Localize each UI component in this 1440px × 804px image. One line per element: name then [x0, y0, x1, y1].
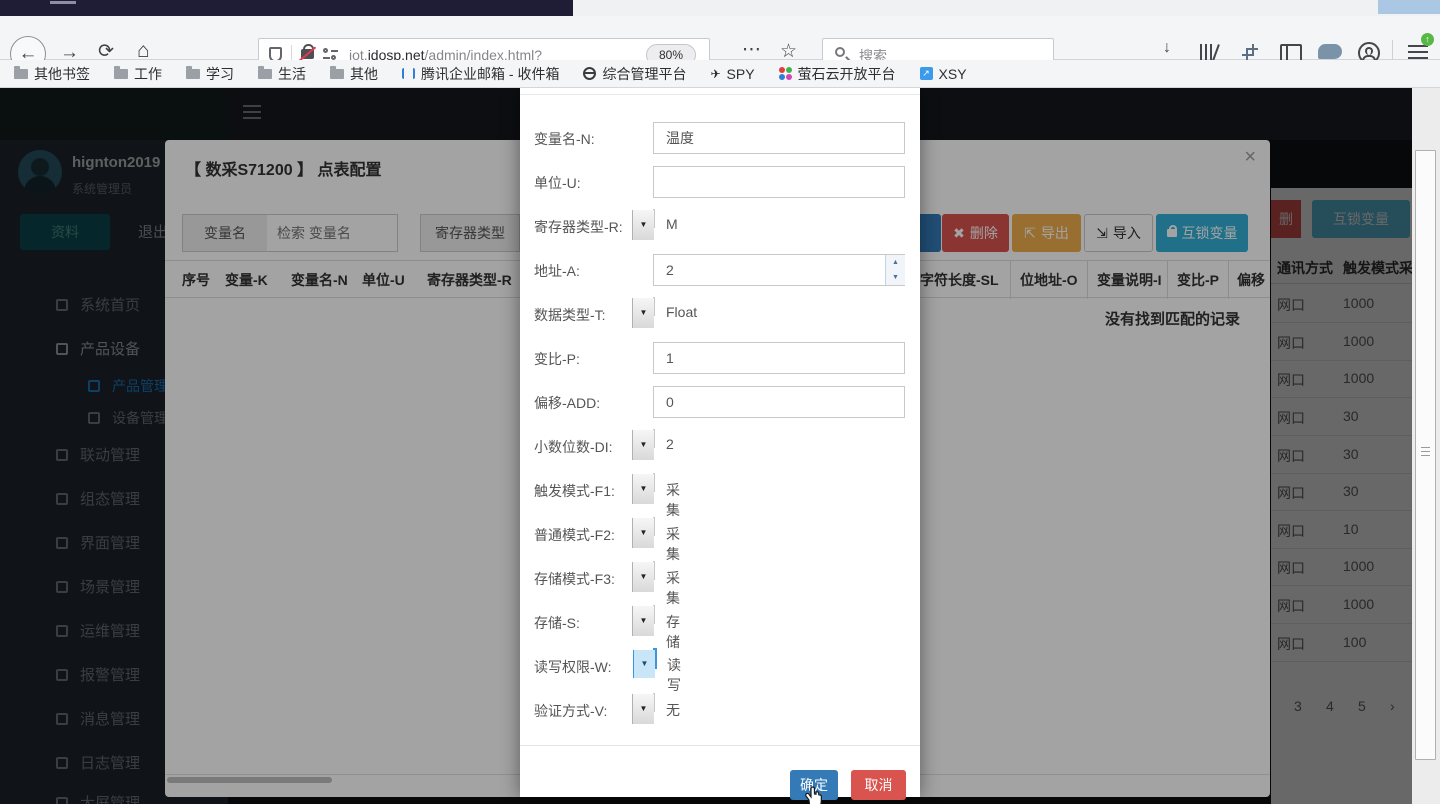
chat-icon[interactable]	[1318, 44, 1342, 59]
rw-permission-select[interactable]: 读写▼	[653, 648, 657, 669]
bookmark-link[interactable]: 腾讯企业邮箱 - 收件箱	[402, 64, 559, 84]
field-label: 寄存器类型-R:	[534, 217, 623, 237]
field-label: 地址-A:	[534, 261, 580, 281]
address-input[interactable]	[653, 254, 905, 286]
folder-icon	[186, 69, 200, 79]
bookmark-folder[interactable]: 学习	[186, 64, 234, 84]
decimal-select[interactable]: 2▼	[653, 429, 655, 448]
spin-down-icon[interactable]: ▼	[886, 270, 905, 285]
normal-mode-select[interactable]: 采集▼	[653, 517, 655, 536]
bookmark-link[interactable]: 综合管理平台	[583, 64, 686, 84]
field-label: 存储模式-F3:	[534, 569, 615, 589]
form-row: 变比-P:	[520, 342, 920, 374]
chevron-down-icon[interactable]: ▼	[632, 430, 654, 460]
chevron-down-icon[interactable]: ▼	[632, 210, 654, 240]
field-label: 单位-U:	[534, 173, 581, 193]
field-label: 读写权限-W:	[534, 657, 612, 677]
field-label: 存储-S:	[534, 613, 580, 633]
field-label: 变比-P:	[534, 349, 580, 369]
bookmark-folder[interactable]: 其他书签	[14, 64, 90, 84]
field-label: 数据类型-T:	[534, 305, 606, 325]
form-row: 存储模式-F3: 采集▼	[520, 562, 920, 594]
divider	[520, 745, 920, 746]
update-badge-icon[interactable]: ↑	[1421, 33, 1434, 46]
folder-icon	[114, 69, 128, 79]
chevron-down-icon[interactable]: ▼	[633, 650, 655, 678]
scrollbar-thumb[interactable]	[1415, 150, 1436, 760]
bookmark-link[interactable]: ↗XSY	[920, 66, 967, 82]
bookmark-folder[interactable]: 工作	[114, 64, 162, 84]
chevron-down-icon[interactable]: ▼	[632, 606, 654, 636]
bookmark-link[interactable]: 萤石云开放平台	[779, 64, 896, 84]
field-label: 小数位数-DI:	[534, 437, 613, 457]
form-row: 读写权限-W: 读写▼	[520, 650, 920, 682]
ratio-input[interactable]	[653, 342, 905, 374]
folder-icon	[330, 69, 344, 79]
form-row: 地址-A: ▲▼	[520, 254, 920, 286]
window-controls-area[interactable]	[1378, 0, 1440, 14]
trigger-mode-select[interactable]: 采集▼	[653, 473, 655, 492]
form-row: 偏移-ADD:	[520, 386, 920, 418]
chevron-down-icon[interactable]: ▼	[632, 298, 654, 328]
chevron-down-icon[interactable]: ▼	[632, 518, 654, 548]
browser-toolbar: ← → ⟳ ⌂ iot.idosp.net/admin/index.html? …	[0, 16, 1440, 60]
form-row: 变量名-N:	[520, 122, 920, 154]
variable-name-input[interactable]	[653, 122, 905, 154]
variable-edit-modal: 变量名-N: 单位-U: 寄存器类型-R: M▼ 地址-A: ▲▼ 数据类型-T…	[520, 88, 920, 797]
chevron-down-icon[interactable]: ▼	[632, 474, 654, 504]
folder-icon	[14, 69, 28, 79]
vertical-scrollbar[interactable]	[1412, 88, 1440, 804]
bookmark-link[interactable]: ✈SPY	[710, 66, 754, 82]
tab-title-hint	[50, 1, 76, 4]
admin-page: hignton2019 系统管理员 资料 退出 系统首页 产品设备 产品管理 设…	[0, 88, 1440, 804]
bookmark-star-icon[interactable]: ☆	[780, 42, 797, 61]
field-label: 偏移-ADD:	[534, 393, 600, 413]
register-type-select[interactable]: M▼	[653, 209, 655, 228]
field-label: 普通模式-F2:	[534, 525, 615, 545]
globe-icon	[583, 67, 596, 80]
form-row: 存储-S: 存储▼	[520, 606, 920, 638]
data-type-select[interactable]: Float▼	[653, 297, 655, 316]
mouse-cursor-hand	[803, 786, 825, 804]
storage-select[interactable]: 存储▼	[653, 605, 655, 624]
form-row: 寄存器类型-R: M▼	[520, 210, 920, 242]
field-label: 触发模式-F1:	[534, 481, 615, 501]
search-icon	[835, 47, 845, 57]
form-row: 普通模式-F2: 采集▼	[520, 518, 920, 550]
form-row: 触发模式-F1: 采集▼	[520, 474, 920, 506]
offset-input[interactable]	[653, 386, 905, 418]
form-row: 验证方式-V: 无▼	[520, 694, 920, 726]
storage-mode-select[interactable]: 采集▼	[653, 561, 655, 580]
home-button[interactable]: ⌂	[137, 41, 150, 60]
form-row: 小数位数-DI: 2▼	[520, 430, 920, 462]
number-spinner[interactable]: ▲▼	[885, 255, 904, 285]
form-row: 数据类型-T: Float▼	[520, 298, 920, 330]
page-actions-icon[interactable]: ⋯	[742, 40, 762, 59]
form-row: 单位-U:	[520, 166, 920, 198]
cancel-button[interactable]: 取消	[851, 770, 906, 800]
unit-input[interactable]	[653, 166, 905, 198]
divider	[520, 94, 920, 95]
ezviz-dots-icon	[779, 67, 792, 80]
field-label: 变量名-N:	[534, 129, 595, 149]
xsy-icon: ↗	[920, 67, 933, 80]
browser-tab-bar	[0, 0, 1440, 16]
bookmark-folder[interactable]: 生活	[258, 64, 306, 84]
active-tab[interactable]	[0, 0, 573, 16]
reload-button[interactable]: ⟳	[98, 42, 114, 61]
spy-icon: ✈	[710, 68, 720, 80]
verify-mode-select[interactable]: 无▼	[653, 693, 655, 712]
bookmark-folder[interactable]: 其他	[330, 64, 378, 84]
tencent-mail-icon	[402, 68, 415, 79]
folder-icon	[258, 69, 272, 79]
spin-up-icon[interactable]: ▲	[886, 255, 905, 270]
insecure-lock-icon[interactable]	[301, 49, 314, 59]
bookmarks-bar: 其他书签 工作 学习 生活 其他 腾讯企业邮箱 - 收件箱 综合管理平台 ✈SP…	[0, 60, 1440, 88]
field-label: 验证方式-V:	[534, 701, 607, 721]
chevron-down-icon[interactable]: ▼	[632, 694, 654, 724]
chevron-down-icon[interactable]: ▼	[632, 562, 654, 592]
